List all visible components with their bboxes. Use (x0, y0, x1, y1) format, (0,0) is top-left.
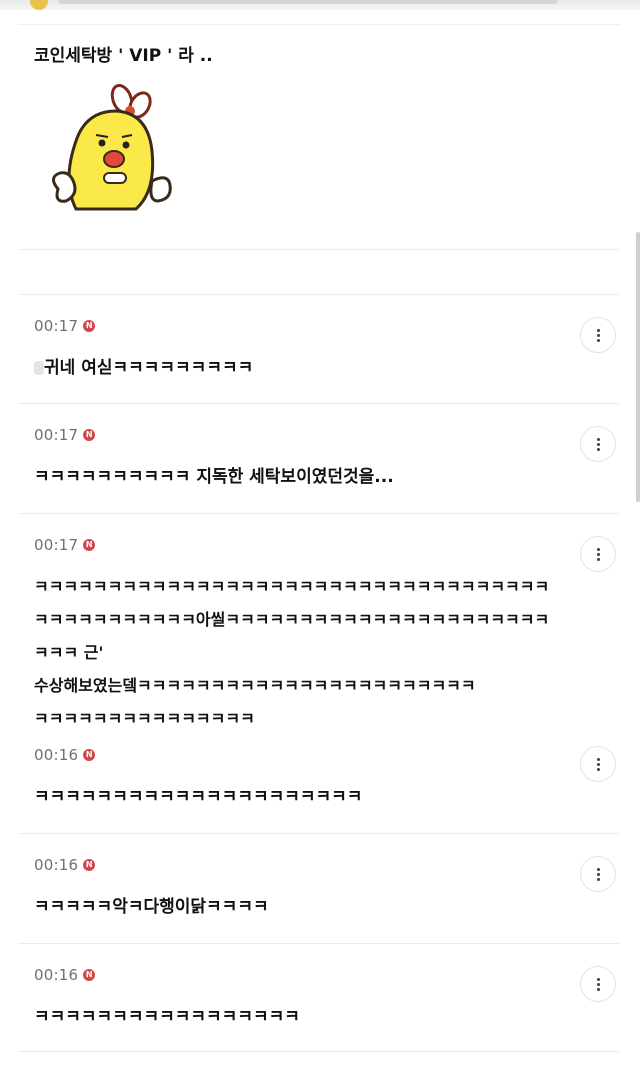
more-options-button[interactable] (580, 317, 616, 353)
more-options-button[interactable] (580, 426, 616, 462)
new-badge-icon: N (83, 749, 96, 761)
more-options-button[interactable] (580, 856, 616, 892)
redacted-mark (34, 361, 44, 375)
comment-text: ㅋㅋㅋㅋㅋㅋㅋㅋㅋㅋ 지독한 세탁보이였던것을... (34, 467, 394, 487)
chick-sticker (52, 83, 172, 211)
cut-off-header (0, 0, 640, 10)
comment-text: 코인세탁방 ' VIP ' 라 .. (34, 46, 213, 66)
comment-meta: 00:17 N (34, 317, 96, 335)
comment-item: 00:16 N ㅋㅋㅋㅋㅋㅋㅋㅋㅋㅋㅋㅋㅋㅋㅋㅋㅋ (18, 944, 620, 1052)
new-badge-icon: N (83, 429, 96, 441)
comment-text: ㅋㅋㅋㅋㅋㅋㅋㅋㅋㅋㅋㅋㅋㅋㅋㅋㅋ (34, 1007, 300, 1027)
comment-item: 00:16 N ㅋㅋㅋㅋㅋㅋㅋㅋㅋㅋㅋㅋㅋㅋㅋㅋㅋㅋㅋㅋㅋ (18, 724, 620, 834)
comment-time: 00:17 (34, 426, 79, 444)
comment-item: 00:16 N ㅋㅋㅋㅋㅋ악ㅋ다행이닭ㅋㅋㅋㅋ (18, 834, 620, 944)
more-options-button[interactable] (580, 746, 616, 782)
more-vertical-icon (596, 867, 600, 881)
comment-text: ㅋㅋㅋㅋㅋㅋㅋㅋㅋㅋㅋㅋㅋㅋㅋㅋㅋㅋㅋㅋㅋㅋㅋㅋㅋㅋㅋㅋㅋㅋㅋㅋㅋㅋㅋ ㅋㅋㅋㅋ… (34, 577, 550, 728)
more-vertical-icon (596, 328, 600, 342)
scrollbar[interactable] (636, 232, 640, 502)
new-badge-icon: N (83, 859, 96, 871)
comment-time: 00:17 (34, 317, 79, 335)
more-vertical-icon (596, 977, 600, 991)
comment-time: 00:16 (34, 856, 79, 874)
new-badge-icon: N (83, 969, 96, 981)
comment-meta: 00:17 N (34, 426, 96, 444)
more-options-button[interactable] (580, 966, 616, 1002)
more-vertical-icon (596, 437, 600, 451)
comment-time: 00:16 (34, 966, 79, 984)
comment-item: 00:17 N 귀네 여싣ㅋㅋㅋㅋㅋㅋㅋㅋㅋ (18, 294, 620, 404)
comment-time: 00:16 (34, 746, 79, 764)
comment-item: 00:17 N ㅋㅋㅋㅋㅋㅋㅋㅋㅋㅋㅋㅋㅋㅋㅋㅋㅋㅋㅋㅋㅋㅋㅋㅋㅋㅋㅋㅋㅋㅋㅋㅋ… (18, 514, 620, 728)
comment-time: 00:17 (34, 536, 79, 554)
more-vertical-icon (596, 547, 600, 561)
comment-meta: 00:16 N (34, 966, 96, 984)
comment-meta: 00:17 N (34, 536, 96, 554)
more-vertical-icon (596, 757, 600, 771)
more-options-button[interactable] (580, 536, 616, 572)
comment-text: 귀네 여싣ㅋㅋㅋㅋㅋㅋㅋㅋㅋ (34, 351, 570, 385)
new-badge-icon: N (83, 539, 96, 551)
avatar (30, 0, 48, 10)
comment-item: 00:17 N ㅋㅋㅋㅋㅋㅋㅋㅋㅋㅋ 지독한 세탁보이였던것을... (18, 404, 620, 514)
truncated-text (58, 0, 558, 4)
comment-thread: 코인세탁방 ' VIP ' 라 .. 00:17 N 귀네 여싣ㅋㅋㅋㅋㅋㅋㅋㅋ… (0, 0, 640, 1084)
comment-meta: 00:16 N (34, 856, 96, 874)
comment-meta: 00:16 N (34, 746, 96, 764)
comment-text: ㅋㅋㅋㅋㅋㅋㅋㅋㅋㅋㅋㅋㅋㅋㅋㅋㅋㅋㅋㅋㅋ (34, 787, 363, 807)
new-badge-icon: N (83, 320, 96, 332)
comment-item: 코인세탁방 ' VIP ' 라 .. (18, 24, 620, 250)
comment-text: ㅋㅋㅋㅋㅋ악ㅋ다행이닭ㅋㅋㅋㅋ (34, 897, 269, 917)
